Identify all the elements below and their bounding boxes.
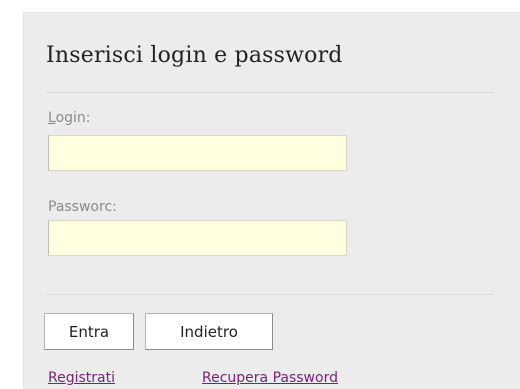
login-panel: Inserisci login e password Login: Passwo… xyxy=(23,12,520,389)
password-input[interactable] xyxy=(48,220,347,256)
password-label: Passworc: xyxy=(48,199,117,215)
recover-password-link[interactable]: Recupera Password xyxy=(202,370,338,386)
form-title: Inserisci login e password xyxy=(46,43,343,68)
login-input[interactable] xyxy=(48,135,347,171)
title-divider xyxy=(46,92,494,93)
register-link[interactable]: Registrati xyxy=(48,370,115,386)
actions-divider xyxy=(46,294,494,295)
login-label: Login: xyxy=(48,110,91,126)
entra-button[interactable]: Entra xyxy=(44,313,134,350)
indietro-button[interactable]: Indietro xyxy=(145,313,273,350)
login-label-accesskey: L xyxy=(48,110,56,126)
login-label-text: ogin: xyxy=(55,110,91,126)
